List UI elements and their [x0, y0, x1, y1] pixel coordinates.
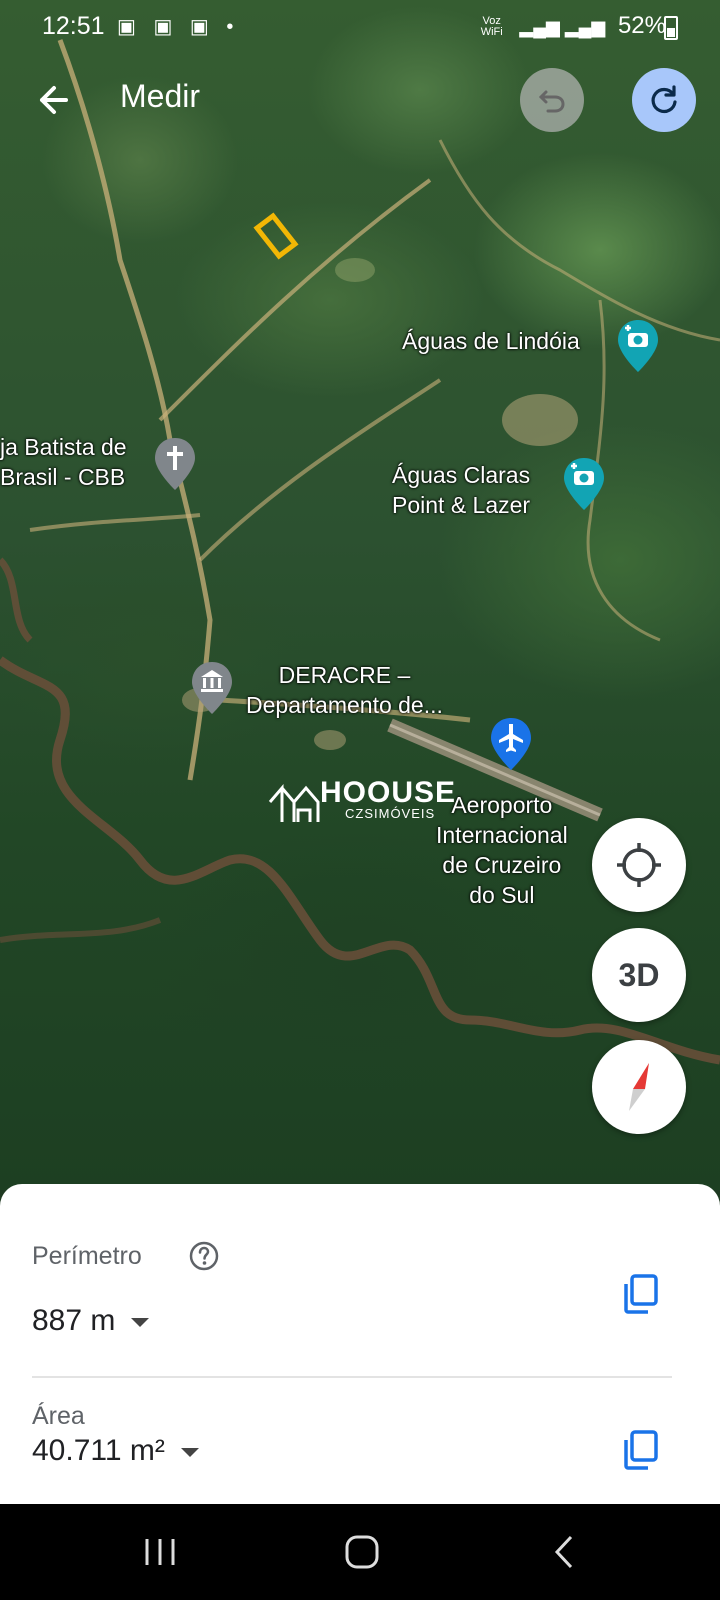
signal-icon: ▂▄▆ ▂▄▆ — [519, 17, 606, 37]
house-logo-icon — [268, 783, 320, 822]
poi-label-line-2: Point & Lazer — [392, 492, 531, 518]
view-3d-label: 3D — [618, 956, 660, 993]
redo-icon — [651, 85, 677, 114]
dropdown-arrow-icon — [180, 1447, 199, 1457]
poi-label-line-1: Águas Claras — [392, 462, 531, 488]
help-icon[interactable] — [188, 1240, 220, 1272]
measurement-sheet: Perímetro 887 m Área 40.711 m² — [0, 1184, 720, 1504]
copy-area-icon[interactable] — [618, 1428, 662, 1472]
watermark-brand: HOOUSE — [320, 776, 457, 809]
sheet-divider — [32, 1376, 672, 1378]
recent-apps-icon — [145, 1539, 175, 1565]
undo-button[interactable] — [520, 68, 584, 132]
status-right: Voz WiFi ▂▄▆ ▂▄▆ 52% — [477, 12, 666, 40]
undo-icon — [538, 90, 565, 113]
area-unit-selector[interactable]: 40.711 m² — [32, 1434, 199, 1468]
poi-label-line-2: Departamento de... — [246, 692, 443, 718]
camera-pin-icon[interactable] — [562, 456, 606, 512]
home-button[interactable] — [332, 1528, 392, 1576]
area-label: Área — [32, 1402, 85, 1430]
recent-apps-button[interactable] — [130, 1528, 190, 1576]
view-3d-button[interactable]: 3D — [592, 928, 686, 1022]
battery-icon — [664, 16, 678, 40]
compass-icon — [629, 1063, 649, 1111]
dropdown-arrow-icon — [131, 1317, 150, 1327]
notification-icons: ▣ ▣ ▣ • — [117, 16, 240, 38]
poi-label-aguas-claras[interactable]: Águas Claras Point & Lazer — [392, 460, 530, 520]
measured-area-outline[interactable] — [253, 212, 299, 260]
airport-pin-icon[interactable] — [489, 716, 533, 772]
poi-label-line-4: do Sul — [469, 882, 535, 908]
poi-label-deracre[interactable]: DERACRE – Departamento de... — [246, 660, 443, 720]
perimeter-unit-selector[interactable]: 887 m — [32, 1304, 150, 1338]
chevron-left-icon — [554, 1535, 573, 1569]
network-label: Voz WiFi — [480, 14, 503, 38]
watermark-sub: CZSIMÓVEIS — [345, 806, 436, 821]
status-time: 12:51 — [42, 12, 105, 40]
copy-perimeter-icon[interactable] — [618, 1272, 662, 1316]
my-location-icon — [617, 843, 661, 887]
camera-pin-icon[interactable] — [616, 318, 660, 374]
poi-label-line-2: Internacional — [436, 822, 568, 848]
government-pin-icon[interactable] — [190, 660, 234, 716]
church-pin-icon[interactable] — [153, 436, 197, 492]
back-arrow-icon[interactable] — [30, 76, 82, 124]
perimeter-label: Perímetro — [32, 1242, 142, 1270]
poi-label-line-2: Brasil - CBB — [0, 464, 126, 490]
battery-level: 52% — [617, 12, 666, 39]
page-title: Medir — [120, 78, 201, 114]
poi-label-igreja-batista[interactable]: ja Batista de Brasil - CBB — [0, 432, 127, 492]
poi-label-aguas-de-lindoia[interactable]: Águas de Lindóia — [402, 326, 580, 356]
watermark-logo: HOOUSE CZSIMÓVEIS — [268, 776, 455, 831]
area-value: 40.711 m² — [32, 1434, 165, 1467]
compass-button[interactable] — [592, 1040, 686, 1134]
poi-label-line-1: ja Batista de — [0, 434, 127, 460]
perimeter-value: 887 m — [32, 1304, 116, 1337]
poi-label-line-3: de Cruzeiro — [442, 852, 562, 878]
system-back-button[interactable] — [534, 1528, 594, 1576]
redo-button[interactable] — [632, 68, 696, 132]
status-bar: 12:51 ▣ ▣ ▣ • Voz WiFi ▂▄▆ ▂▄▆ 52% — [0, 0, 720, 56]
my-location-button[interactable] — [592, 818, 686, 912]
poi-label-line-1: DERACRE – — [278, 662, 411, 688]
system-nav-bar — [0, 1504, 720, 1600]
home-icon — [345, 1535, 379, 1569]
